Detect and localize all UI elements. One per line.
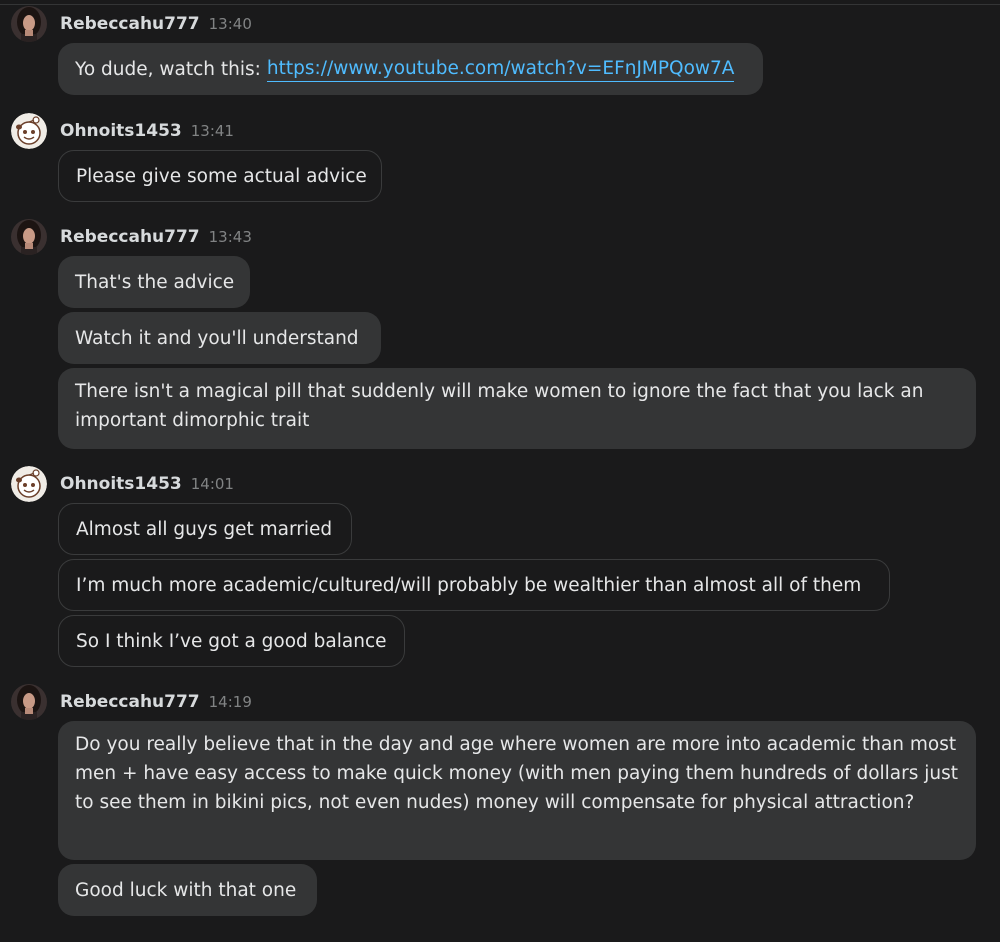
timestamp: 13:41 <box>190 122 234 140</box>
message-text: Please give some actual advice <box>76 165 367 187</box>
message-bubble: Yo dude, watch this: https://www.youtube… <box>58 43 763 95</box>
username[interactable]: Ohnoits1453 <box>60 474 182 494</box>
message-bubble: Almost all guys get married <box>58 503 352 555</box>
username[interactable]: Rebeccahu777 <box>60 692 200 712</box>
username[interactable]: Ohnoits1453 <box>60 121 182 141</box>
snoo-avatar-icon[interactable] <box>11 466 47 502</box>
message-header: Ohnoits1453 13:41 <box>60 121 234 143</box>
timestamp: 14:19 <box>208 693 252 711</box>
snoo-avatar-icon[interactable] <box>11 113 47 149</box>
timestamp: 13:40 <box>208 15 252 33</box>
message-text: Do you really believe that in the day an… <box>75 734 959 813</box>
youtube-link[interactable]: https://www.youtube.com/watch?v=EFnJMPQo… <box>266 57 735 82</box>
message-bubble: Do you really believe that in the day an… <box>58 721 976 860</box>
message-header: Ohnoits1453 14:01 <box>60 474 234 496</box>
message-bubble: That's the advice <box>58 256 250 308</box>
message-text: Watch it and you'll understand <box>75 327 359 349</box>
message-text: Yo dude, watch this: <box>75 58 261 80</box>
message-text: That's the advice <box>75 271 235 293</box>
message-text: So I think I’ve got a good balance <box>76 630 387 652</box>
message-bubble: Good luck with that one <box>58 864 317 916</box>
woman-avatar-icon[interactable] <box>11 684 47 720</box>
message-text: I’m much more academic/cultured/will pro… <box>76 574 862 596</box>
message-header: Rebeccahu777 13:43 <box>60 227 252 249</box>
message-bubble: Please give some actual advice <box>58 150 382 202</box>
woman-avatar-icon[interactable] <box>11 219 47 255</box>
username[interactable]: Rebeccahu777 <box>60 227 200 247</box>
timestamp: 13:43 <box>208 228 252 246</box>
username[interactable]: Rebeccahu777 <box>60 14 200 34</box>
timestamp: 14:01 <box>190 475 234 493</box>
message-text: Good luck with that one <box>75 879 297 901</box>
message-header: Rebeccahu777 13:40 <box>60 14 252 36</box>
message-bubble: So I think I’ve got a good balance <box>58 615 405 667</box>
message-bubble: Watch it and you'll understand <box>58 312 381 364</box>
message-bubble: I’m much more academic/cultured/will pro… <box>58 559 890 611</box>
message-text: There isn't a magical pill that suddenly… <box>75 381 924 431</box>
message-bubble: There isn't a magical pill that suddenly… <box>58 368 976 449</box>
woman-avatar-icon[interactable] <box>11 6 47 42</box>
message-header: Rebeccahu777 14:19 <box>60 692 252 714</box>
message-text: Almost all guys get married <box>76 518 333 540</box>
top-divider <box>0 4 1000 5</box>
